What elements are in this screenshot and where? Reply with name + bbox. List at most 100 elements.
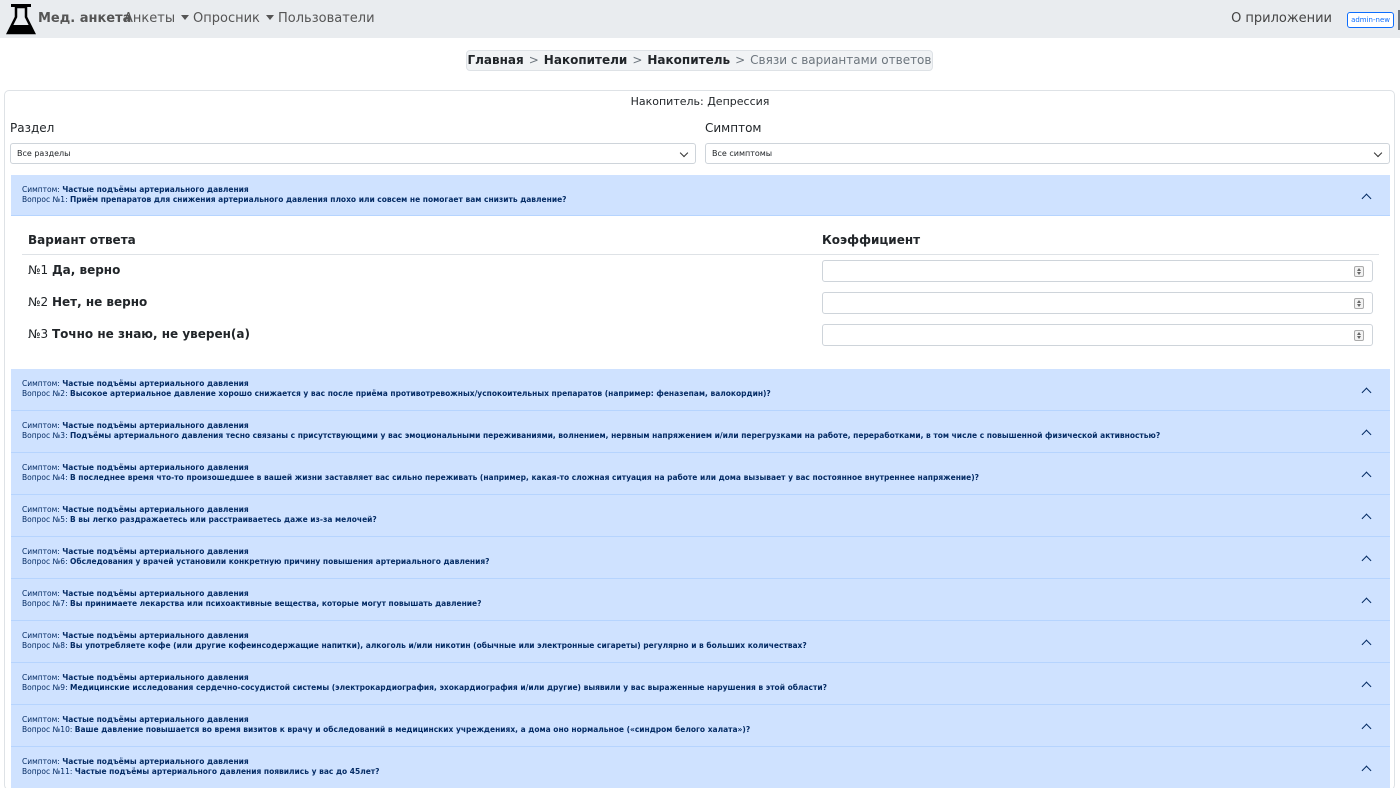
symptom-prefix: Симптом:	[22, 631, 60, 640]
symptom-prefix: Симптом:	[22, 589, 60, 598]
accordion-header-text: Симптом: Частые подъёмы артериального да…	[22, 631, 807, 651]
coefficient-input[interactable]	[822, 324, 1373, 346]
accordion-header[interactable]: Симптом: Частые подъёмы артериального да…	[11, 175, 1390, 216]
caret-down-icon	[181, 15, 190, 20]
symptom-prefix: Симптом:	[22, 463, 60, 472]
symptom-prefix: Симптом:	[22, 757, 60, 766]
accordion-header[interactable]: Симптом: Частые подъёмы артериального да…	[11, 579, 1390, 621]
symptom-prefix: Симптом:	[22, 379, 60, 388]
nav-surveys-label: Анкеты	[124, 11, 176, 26]
symptom-prefix: Симптом:	[22, 185, 60, 194]
question-prefix: Вопрос №6:	[22, 557, 68, 566]
question-prefix: Вопрос №3:	[22, 431, 68, 440]
symptom-name: Частые подъёмы артериального давления	[62, 379, 249, 388]
symptom-select[interactable]: Все симптомы	[705, 143, 1390, 164]
navbar: Мед. анкета Анкеты Опросник Пользователи…	[0, 0, 1400, 38]
answer-number: №3	[28, 327, 49, 341]
accordion-header-text: Симптом: Частые подъёмы артериального да…	[22, 589, 481, 609]
accordion-header[interactable]: Симптом: Частые подъёмы артериального да…	[11, 537, 1390, 579]
symptom-label: Симптом	[705, 121, 762, 135]
nav-questionnaire-dropdown[interactable]: Опросник	[193, 11, 274, 26]
symptom-name: Частые подъёмы артериального давления	[62, 757, 249, 766]
nav-about-link[interactable]: О приложении	[1231, 11, 1332, 26]
symptom-prefix: Симптом:	[22, 673, 60, 682]
symptom-name: Частые подъёмы артериального давления	[62, 463, 249, 472]
accordion-header-text: Симптом: Частые подъёмы артериального да…	[22, 505, 377, 525]
answer-text: Точно не знаю, не уверен(а)	[51, 327, 250, 341]
accordion-header[interactable]: Симптом: Частые подъёмы артериального да…	[11, 453, 1390, 495]
question-text: Вы употребляете кофе (или другие кофеинс…	[69, 641, 807, 650]
chevron-up-icon	[1361, 429, 1372, 440]
nav-users-link[interactable]: Пользователи	[278, 11, 375, 26]
answer-row: №2 Нет, не верно	[28, 295, 147, 309]
chevron-up-icon	[1361, 513, 1372, 524]
answer-text: Да, верно	[51, 263, 121, 277]
spinner-icon[interactable]	[1354, 298, 1364, 309]
brand-link[interactable]: Мед. анкета	[38, 11, 131, 26]
breadcrumb-current: Связи с вариантами ответов	[750, 53, 932, 67]
symptom-prefix: Симптом:	[22, 715, 60, 724]
spinner-icon[interactable]	[1354, 266, 1364, 277]
symptom-name: Частые подъёмы артериального давления	[62, 715, 249, 724]
col-header-answer: Вариант ответа	[28, 233, 136, 247]
breadcrumb-home[interactable]: Главная	[468, 53, 524, 67]
breadcrumb-separator: >	[528, 53, 539, 67]
question-text: Подъёмы артериального давления тесно свя…	[69, 431, 1161, 440]
question-text: Частые подъёмы артериального давления по…	[74, 767, 380, 776]
question-prefix: Вопрос №2:	[22, 389, 68, 398]
section-select-value: Все разделы	[17, 149, 71, 158]
answer-number: №2	[28, 295, 49, 309]
chevron-up-icon	[1361, 597, 1372, 608]
question-prefix: Вопрос №11:	[22, 767, 73, 776]
chevron-up-icon	[1361, 681, 1372, 692]
accordion-header[interactable]: Симптом: Частые подъёмы артериального да…	[11, 369, 1390, 411]
question-text: Ваше давление повышается во время визито…	[74, 725, 751, 734]
question-prefix: Вопрос №9:	[22, 683, 68, 692]
user-badge[interactable]: admin-new	[1347, 12, 1394, 28]
coefficient-input[interactable]	[822, 292, 1373, 314]
accordion-header[interactable]: Симптом: Частые подъёмы артериального да…	[11, 495, 1390, 537]
breadcrumb-separator: >	[632, 53, 643, 67]
chevron-up-icon	[1361, 555, 1372, 566]
symptom-name: Частые подъёмы артериального давления	[62, 421, 249, 430]
question-prefix: Вопрос №1:	[22, 195, 68, 204]
question-prefix: Вопрос №8:	[22, 641, 68, 650]
question-text: Высокое артериальное давление хорошо сни…	[69, 389, 771, 398]
symptom-name: Частые подъёмы артериального давления	[62, 185, 249, 194]
chevron-up-icon	[1361, 193, 1372, 204]
flask-logo-icon[interactable]	[6, 3, 36, 35]
coefficient-input[interactable]	[822, 260, 1373, 282]
accordion-header[interactable]: Симптом: Частые подъёмы артериального да…	[11, 747, 1390, 788]
chevron-up-icon	[1361, 723, 1372, 734]
section-select[interactable]: Все разделы	[10, 143, 696, 164]
question-text: В вы легко раздражаетесь или расстраивае…	[69, 515, 377, 524]
accordion-header[interactable]: Симптом: Частые подъёмы артериального да…	[11, 621, 1390, 663]
symptom-name: Частые подъёмы артериального давления	[62, 505, 249, 514]
symptom-name: Частые подъёмы артериального давления	[62, 673, 249, 682]
symptom-name: Частые подъёмы артериального давления	[62, 631, 249, 640]
question-prefix: Вопрос №5:	[22, 515, 68, 524]
question-text: Обследования у врачей установили конкрет…	[69, 557, 490, 566]
accordion-header[interactable]: Симптом: Частые подъёмы артериального да…	[11, 663, 1390, 705]
breadcrumb-separator: >	[735, 53, 746, 67]
question-text: Вы принимаете лекарства или психоактивны…	[69, 599, 482, 608]
chevron-down-icon	[679, 148, 689, 158]
question-prefix: Вопрос №7:	[22, 599, 68, 608]
chevron-up-icon	[1361, 387, 1372, 398]
accordion-header-text: Симптом: Частые подъёмы артериального да…	[22, 421, 1160, 441]
nav-questionnaire-label: Опросник	[193, 11, 260, 26]
col-header-coefficient: Коэффициент	[822, 233, 921, 247]
symptom-name: Частые подъёмы артериального давления	[62, 547, 249, 556]
spinner-icon[interactable]	[1354, 330, 1364, 341]
card-title: Накопитель: Депрессия	[630, 95, 770, 108]
breadcrumb-accumulators[interactable]: Накопители	[544, 53, 628, 67]
accordion-header[interactable]: Симптом: Частые подъёмы артериального да…	[11, 411, 1390, 453]
breadcrumb: Главная > Накопители > Накопитель > Связи с ва…	[466, 50, 933, 71]
breadcrumb-accumulator[interactable]: Накопитель	[647, 53, 730, 67]
question-text: В последнее время что-то произошедшее в …	[69, 473, 980, 482]
accordion-header[interactable]: Симптом: Частые подъёмы артериального да…	[11, 705, 1390, 747]
accordion-header-text: Симптом: Частые подъёмы артериального да…	[22, 547, 490, 567]
section-label: Раздел	[10, 121, 55, 135]
nav-surveys-dropdown[interactable]: Анкеты	[124, 11, 190, 26]
accordion-header-text: Симптом: Частые подъёмы артериального да…	[22, 757, 380, 777]
